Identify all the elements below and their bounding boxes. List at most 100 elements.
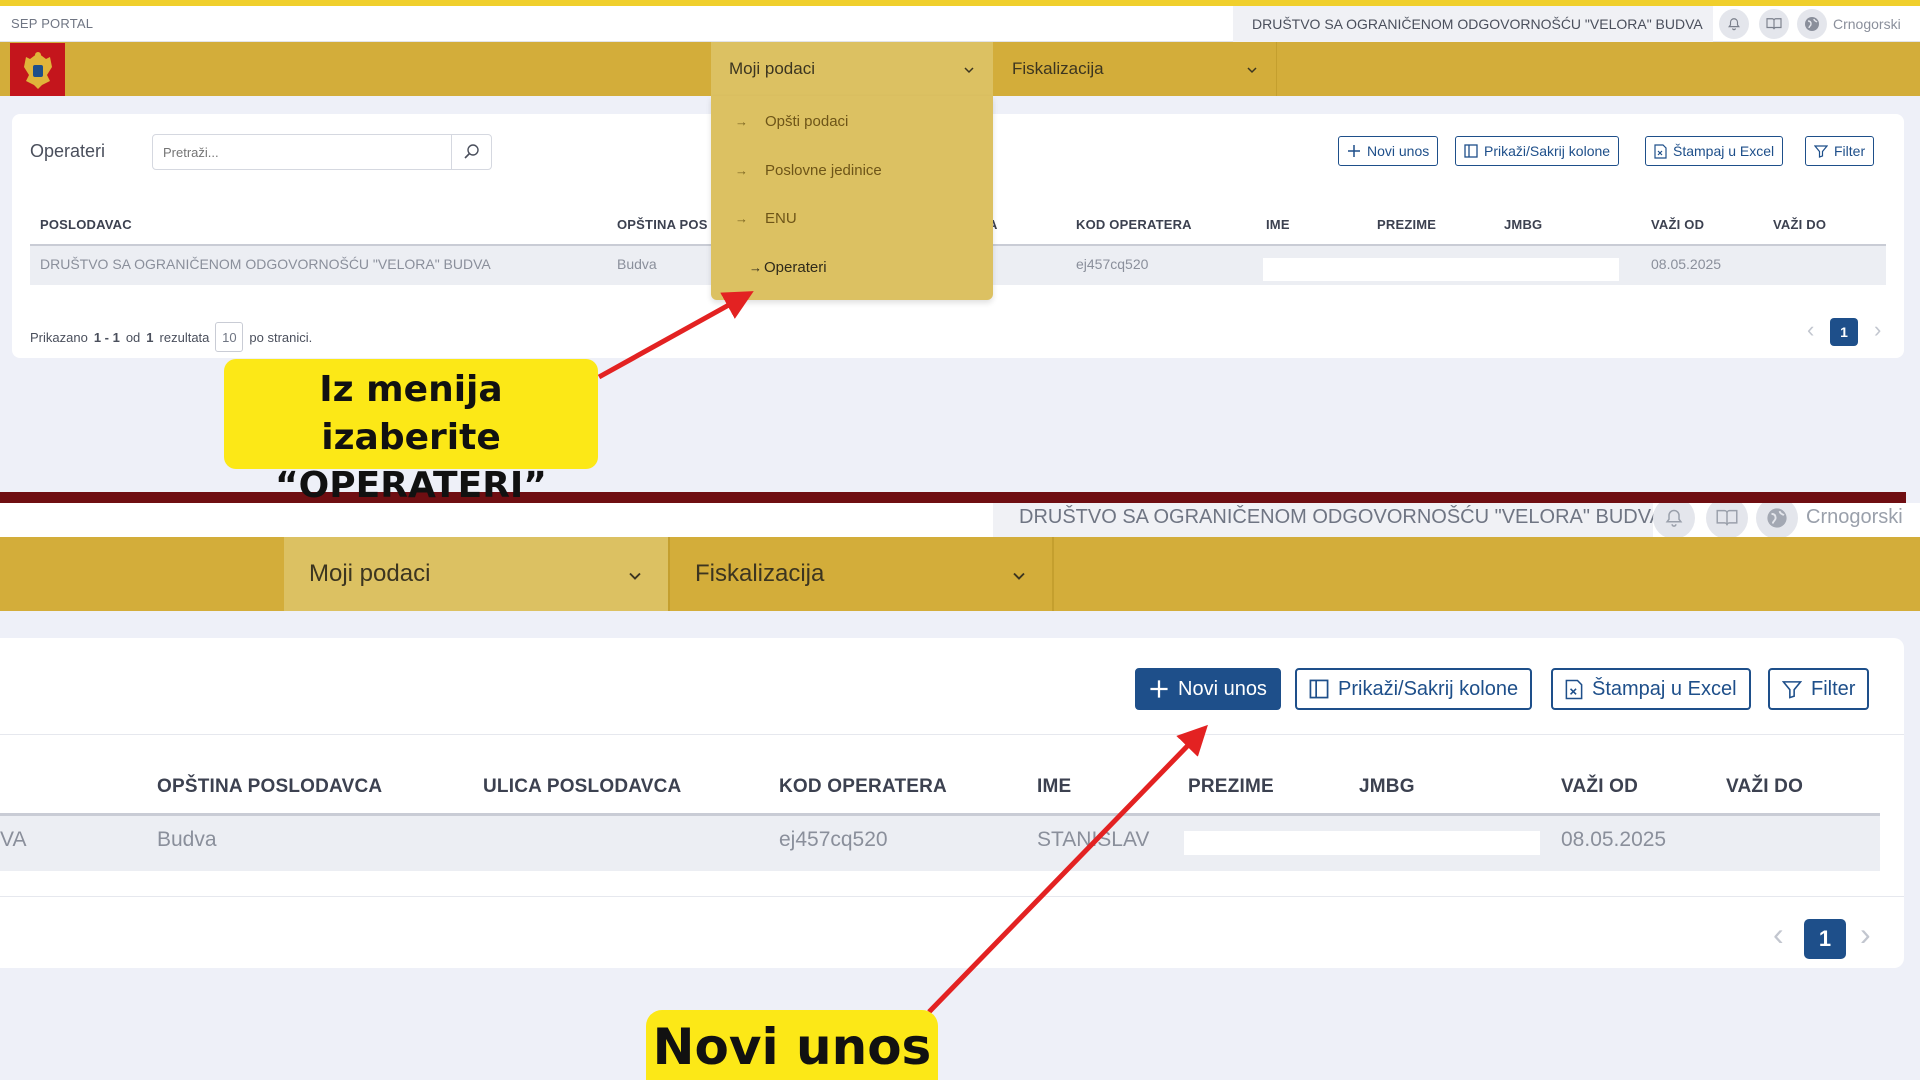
callout-select-operateri: Iz menija izaberite “OPERATERI” (224, 359, 598, 506)
column-header[interactable]: IME (1266, 217, 1290, 232)
column-header[interactable]: PREZIME (1377, 217, 1436, 232)
cell-ime: STANISLAV (1037, 828, 1150, 851)
nav-fiskalizacija-label: Fiskalizacija (695, 560, 825, 587)
callout-novi-unos: Novi unos (646, 1010, 938, 1080)
summary-total: 1 (146, 329, 154, 345)
search-icon (463, 144, 479, 159)
menu-item-enu[interactable]: → ENU (735, 210, 797, 227)
main-navigation: Moji podaci Fiskalizacija (0, 537, 1920, 611)
redacted-cell (1263, 258, 1619, 281)
cell-opstina: Budva (157, 828, 217, 851)
chevron-down-icon (1011, 560, 1027, 588)
company-name: DRUŠTVO SA OGRANIČENOM ODGOVORNOŠĆU "VEL… (1019, 506, 1663, 528)
cell-vazi-od: 08.05.2025 (1651, 256, 1722, 272)
nav-moji-podaci[interactable]: Moji podaci (284, 537, 668, 611)
language-selector[interactable]: Crnogorski (1833, 16, 1901, 32)
chevron-down-icon (963, 59, 975, 79)
column-header[interactable]: IME (1037, 776, 1071, 798)
menu-item-label: ENU (765, 210, 797, 227)
page-button[interactable]: 1 (1830, 318, 1858, 346)
arrow-right-icon: → (735, 211, 748, 226)
nav-moji-podaci[interactable]: Moji podaci (711, 42, 993, 96)
export-excel-button[interactable]: Štampaj u Excel (1551, 668, 1751, 710)
portal-name: SEP PORTAL (11, 16, 94, 31)
per-page-select[interactable]: 10 (215, 322, 244, 352)
toggle-columns-label: Prikaži/Sakrij kolone (1338, 677, 1519, 700)
redacted-cell (1184, 831, 1540, 855)
filter-icon (1782, 681, 1802, 699)
operateri-card: Novi unos Prikaži/Sakrij kolone Štampaj … (0, 638, 1904, 968)
chevron-down-icon (1246, 59, 1258, 79)
company-name: DRUŠTVO SA OGRANIČENOM ODGOVORNOŠĆU "VEL… (1252, 16, 1703, 32)
menu-item-label: Operateri (764, 259, 827, 276)
page-title: Operateri (30, 141, 106, 161)
column-header[interactable]: KOD OPERATERA (779, 776, 947, 798)
pagination-summary: Prikazano 1 - 1 od 1 rezultata 10 po str… (30, 322, 312, 352)
columns-icon (1309, 679, 1329, 699)
cell-poslodavac: DRUŠTVO SA OGRANIČENOM ODGOVORNOŠĆU "VEL… (40, 256, 491, 272)
bell-icon[interactable] (1653, 503, 1695, 539)
prev-page-icon[interactable]: ‹ (1773, 916, 1784, 953)
columns-icon (1464, 144, 1478, 158)
column-header[interactable]: VAŽI DO (1726, 776, 1803, 798)
callout-line-2: “OPERATERI” (275, 465, 547, 506)
next-page-icon[interactable]: › (1874, 317, 1881, 343)
next-page-icon[interactable]: › (1860, 916, 1871, 953)
export-excel-button[interactable]: Štampaj u Excel (1645, 136, 1784, 166)
column-header[interactable]: POSLODAVAC (40, 217, 132, 232)
filter-button[interactable]: Filter (1805, 136, 1875, 166)
book-icon[interactable] (1706, 503, 1748, 539)
toggle-columns-button[interactable]: Prikaži/Sakrij kolone (1455, 136, 1620, 166)
arrow-right-icon: → (749, 260, 762, 275)
column-header[interactable]: VAŽI OD (1561, 776, 1638, 798)
nav-moji-podaci-label: Moji podaci (729, 59, 815, 78)
column-header[interactable]: JMBG (1359, 776, 1415, 798)
menu-item-label: Opšti podaci (765, 113, 849, 130)
cell-vazi-od: 08.05.2025 (1561, 828, 1667, 851)
export-excel-label: Štampaj u Excel (1673, 143, 1775, 159)
main-navigation: Moji podaci Fiskalizacija (0, 42, 1920, 96)
column-header[interactable]: KOD OPERATERA (1076, 217, 1192, 232)
nav-fiskalizacija[interactable]: Fiskalizacija (668, 537, 1054, 611)
excel-file-icon (1565, 679, 1583, 699)
language-selector[interactable]: Crnogorski (1806, 506, 1903, 529)
summary-range: 1 - 1 (93, 329, 120, 345)
bell-icon[interactable] (1719, 9, 1749, 39)
cell-poslodavac: VA (0, 828, 27, 851)
search-input[interactable] (153, 135, 451, 169)
column-header[interactable]: ULICA POSLODAVCA (483, 776, 681, 798)
column-header[interactable]: PREZIME (1188, 776, 1274, 798)
per-page-label: po stranici. (249, 329, 313, 345)
prev-page-icon[interactable]: ‹ (1807, 317, 1814, 343)
menu-item-operateri[interactable]: → Operateri (735, 259, 827, 276)
moji-podaci-dropdown: → Opšti podaci → Poslovne jedinice → ENU… (711, 96, 993, 300)
column-header[interactable]: JMBG (1504, 217, 1542, 232)
cell-kod-operatera: ej457cq520 (779, 828, 888, 851)
filter-button[interactable]: Filter (1768, 668, 1870, 710)
column-header[interactable]: OPŠTINA POSLODAVCA (157, 776, 382, 798)
menu-item-opsti-podaci[interactable]: → Opšti podaci (735, 113, 848, 130)
export-excel-label: Štampaj u Excel (1592, 677, 1737, 700)
column-header[interactable]: OPŠTINA POS (617, 217, 708, 232)
book-icon[interactable] (1759, 9, 1789, 39)
page-button[interactable]: 1 (1804, 919, 1846, 959)
toggle-columns-button[interactable]: Prikaži/Sakrij kolone (1295, 668, 1533, 710)
toggle-columns-label: Prikaži/Sakrij kolone (1484, 143, 1611, 159)
menu-item-poslovne-jedinice[interactable]: → Poslovne jedinice (735, 162, 882, 179)
column-header[interactable]: VAŽI DO (1773, 217, 1826, 232)
globe-icon[interactable] (1756, 503, 1798, 539)
new-entry-button[interactable]: Novi unos (1338, 136, 1439, 166)
new-entry-button[interactable]: Novi unos (1135, 668, 1281, 710)
column-header[interactable]: VAŽI OD (1651, 217, 1704, 232)
globe-icon[interactable] (1797, 9, 1827, 39)
cell-opstina: Budva (617, 256, 657, 272)
plus-icon (1348, 145, 1360, 157)
summary-prefix: Prikazano (30, 329, 88, 345)
coat-of-arms-logo[interactable] (10, 43, 65, 96)
search-button[interactable] (451, 135, 491, 169)
filter-icon (1814, 145, 1828, 158)
footer-divider (0, 896, 1904, 897)
filter-label: Filter (1834, 143, 1866, 159)
toolbar-divider (0, 734, 1904, 735)
nav-fiskalizacija[interactable]: Fiskalizacija (994, 42, 1277, 96)
